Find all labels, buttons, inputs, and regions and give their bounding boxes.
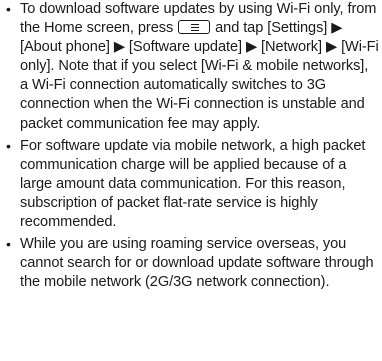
notes-list: • To download software updates by using … <box>4 0 380 295</box>
bullet: • <box>6 236 11 253</box>
document-page: { "notes": [ { "parts": [ "To download s… <box>0 0 382 361</box>
note-mobile-network-charge: • For software update via mobile network… <box>4 137 380 232</box>
menu-key-icon <box>178 20 211 35</box>
bullet: • <box>6 137 11 154</box>
note-text-part-2: and tap [Settings] ▶ [About phone] ▶ [So… <box>20 20 379 132</box>
note-text: For software update via mobile network, … <box>20 137 366 231</box>
bullet: • <box>6 1 11 17</box>
note-roaming: • While you are using roaming service ov… <box>4 235 380 292</box>
note-wifi-only: • To download software updates by using … <box>4 0 380 134</box>
note-text: While you are using roaming service over… <box>20 236 374 291</box>
